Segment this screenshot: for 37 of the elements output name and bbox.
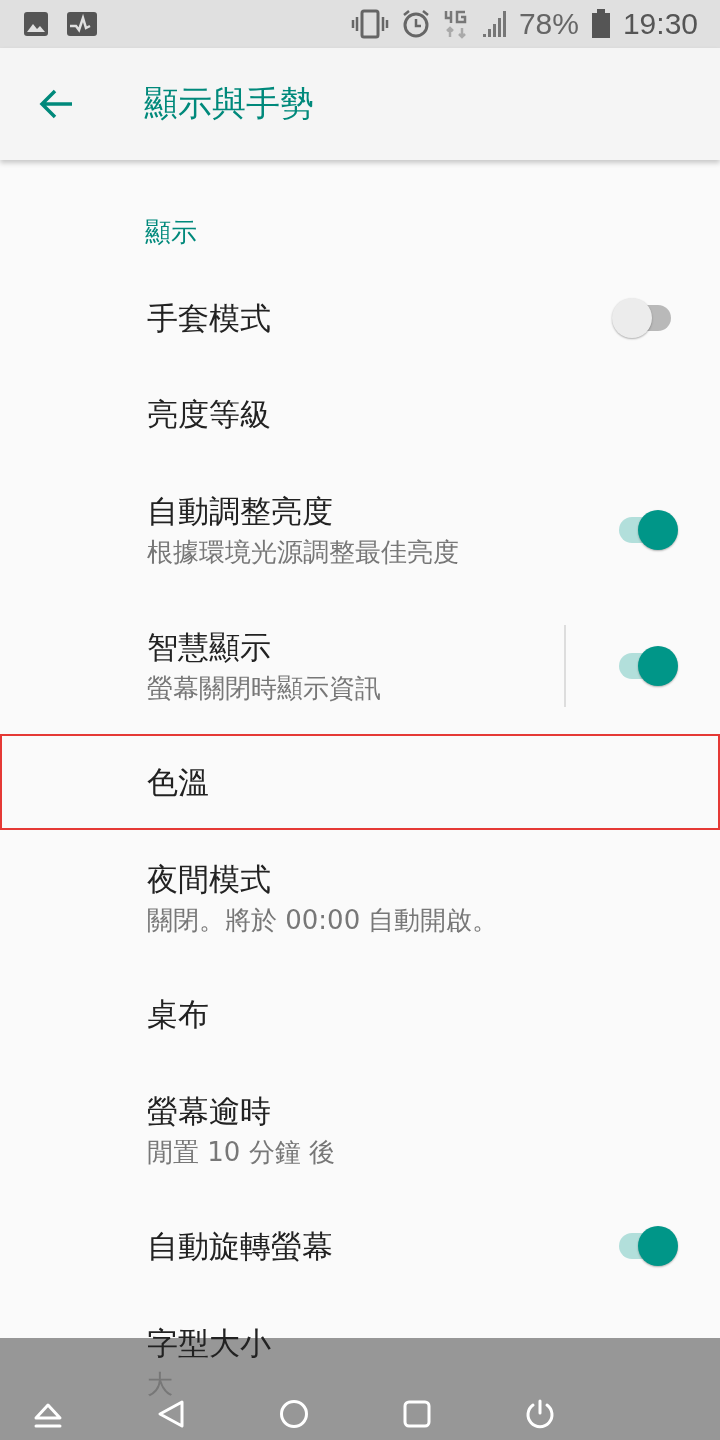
recents-icon[interactable] <box>401 1398 433 1430</box>
signal-icon <box>480 9 507 39</box>
pulse-icon <box>66 10 98 38</box>
item-summary: 閒置 10 分鐘 後 <box>147 1136 335 1169</box>
battery-percent: 78% <box>518 7 579 41</box>
item-title: 智慧顯示 <box>147 628 271 667</box>
settings-item[interactable]: 亮度等級 <box>0 366 720 462</box>
item-title: 手套模式 <box>147 299 271 338</box>
settings-item[interactable]: 夜間模式 關閉。將於 00:00 自動開啟。 <box>0 830 720 966</box>
home-icon[interactable] <box>278 1398 310 1430</box>
vibrate-icon <box>350 9 389 39</box>
item-title: 自動旋轉螢幕 <box>147 1227 333 1266</box>
image-icon <box>22 10 50 38</box>
settings-item[interactable]: 螢幕逾時 閒置 10 分鐘 後 <box>0 1062 720 1198</box>
settings-item[interactable]: 智慧顯示 螢幕關閉時顯示資訊 <box>0 598 720 734</box>
settings-item[interactable]: 自動旋轉螢幕 <box>0 1198 720 1294</box>
item-title: 色溫 <box>147 763 209 802</box>
settings-item[interactable]: 色溫 <box>0 734 720 830</box>
item-title: 亮度等級 <box>147 395 271 434</box>
item-summary: 根據環境光源調整最佳亮度 <box>147 536 459 569</box>
item-summary: 關閉。將於 00:00 自動開啟。 <box>147 904 499 937</box>
power-icon[interactable] <box>524 1398 556 1430</box>
battery-icon <box>590 9 611 39</box>
item-title: 夜間模式 <box>147 860 271 899</box>
item-summary: 螢幕關閉時顯示資訊 <box>147 672 381 705</box>
back-icon[interactable] <box>155 1398 187 1430</box>
section-header: 顯示 <box>144 216 197 249</box>
settings-item[interactable]: 手套模式 <box>0 270 720 366</box>
clock: 19:30 <box>622 7 698 41</box>
settings-item[interactable]: 桌布 <box>0 966 720 1062</box>
page-title: 顯示與手勢 <box>144 82 314 125</box>
back-arrow-icon[interactable] <box>38 88 74 120</box>
network-icon <box>442 9 469 39</box>
settings-item[interactable]: 自動調整亮度 根據環境光源調整最佳亮度 <box>0 462 720 598</box>
item-title: 桌布 <box>147 995 209 1034</box>
item-title: 螢幕逾時 <box>147 1092 271 1131</box>
item-title: 自動調整亮度 <box>147 492 333 531</box>
